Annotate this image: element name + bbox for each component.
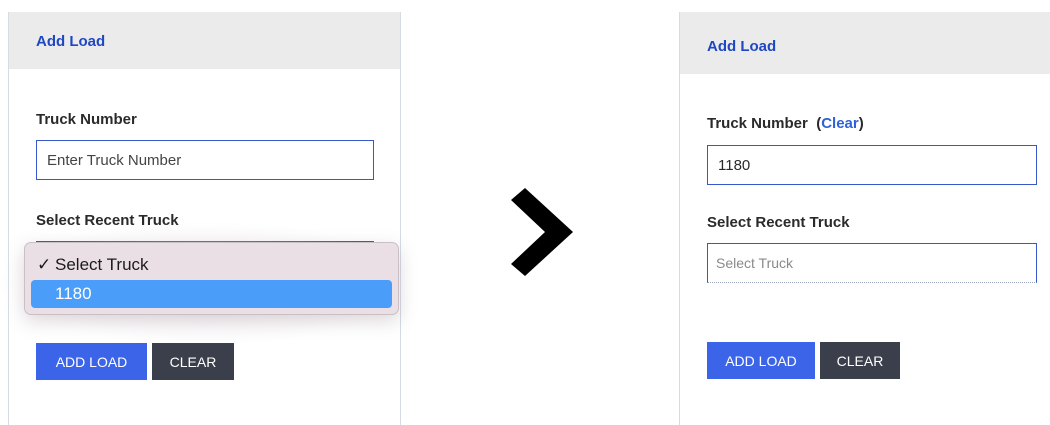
add-load-panel-before: Add Load Truck Number Select Recent Truc… [8,12,401,425]
panel-header: Add Load [680,12,1050,74]
add-load-button[interactable]: ADD LOAD [36,343,147,380]
clear-link-group: (Clear) [816,115,864,132]
truck-number-label: Truck Number [707,115,808,132]
recent-truck-label: Select Recent Truck [707,214,850,231]
clear-button[interactable]: CLEAR [820,342,900,379]
add-load-button[interactable]: ADD LOAD [707,342,815,379]
truck-number-label: Truck Number [36,111,137,128]
clear-link[interactable]: Clear [821,115,859,132]
recent-truck-select[interactable]: Select Truck [707,243,1037,283]
paren-close: ) [858,115,864,132]
check-icon: ✓ [37,255,52,274]
panel-header: Add Load [9,12,400,69]
clear-button[interactable]: CLEAR [152,343,234,380]
option-label: 1180 [55,284,92,303]
panel-title: Add Load [36,33,106,50]
add-load-panel-after: Add Load Truck Number (Clear) Select Rec… [679,12,1050,425]
truck-number-input[interactable] [707,145,1037,185]
option-label: Select Truck [55,255,149,274]
truck-number-input[interactable] [36,140,374,180]
chevron-right-icon [511,188,573,276]
panel-title: Add Load [707,38,777,55]
truck-number-label-group: Truck Number (Clear) [707,115,864,132]
dropdown-option-select-truck[interactable]: ✓ Select Truck [31,251,392,279]
recent-truck-dropdown: ✓ Select Truck 1180 [24,242,399,315]
dropdown-option-1180[interactable]: 1180 [31,280,392,308]
